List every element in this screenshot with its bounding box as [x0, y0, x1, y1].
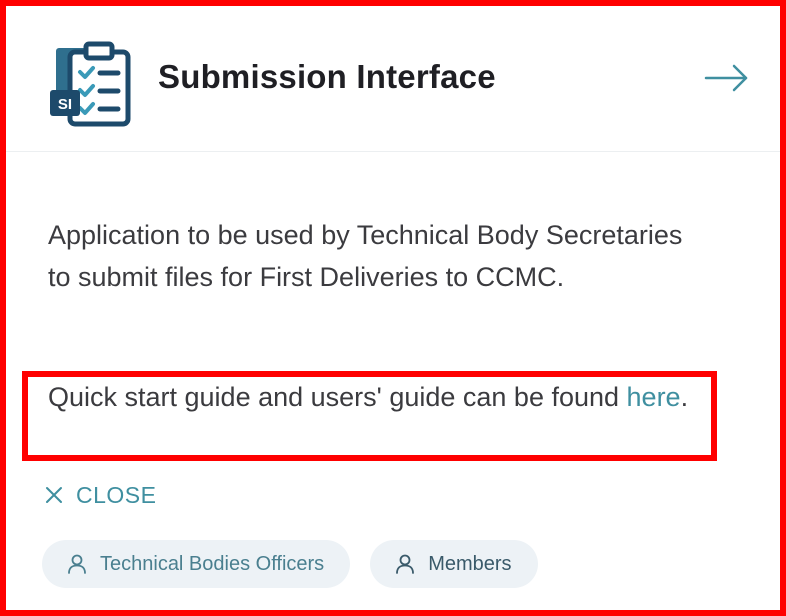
tag-technical-bodies-officers[interactable]: Technical Bodies Officers — [42, 540, 351, 588]
app-badge-text: SI — [58, 96, 72, 113]
close-label: CLOSE — [76, 481, 157, 508]
tag-label: Technical Bodies Officers — [100, 552, 325, 575]
arrow-right-icon[interactable] — [704, 63, 750, 93]
close-icon — [46, 487, 62, 503]
audience-tags: Technical Bodies Officers Members — [42, 540, 538, 588]
close-button[interactable]: CLOSE — [44, 480, 156, 510]
app-card: SI Submission Interface Application to b… — [6, 6, 780, 610]
user-icon — [396, 554, 415, 574]
card-description: Application to be used by Technical Body… — [48, 220, 683, 292]
card-header: SI Submission Interface — [6, 6, 780, 152]
tag-members[interactable]: Members — [370, 540, 538, 588]
clipboard-checklist-icon: SI — [50, 41, 131, 127]
tag-label: Members — [428, 552, 512, 575]
annotation-highlight-box — [22, 371, 717, 461]
card-title: Submission Interface — [158, 58, 496, 95]
user-icon — [68, 554, 86, 574]
card-body: Application to be used by Technical Body… — [48, 214, 740, 298]
